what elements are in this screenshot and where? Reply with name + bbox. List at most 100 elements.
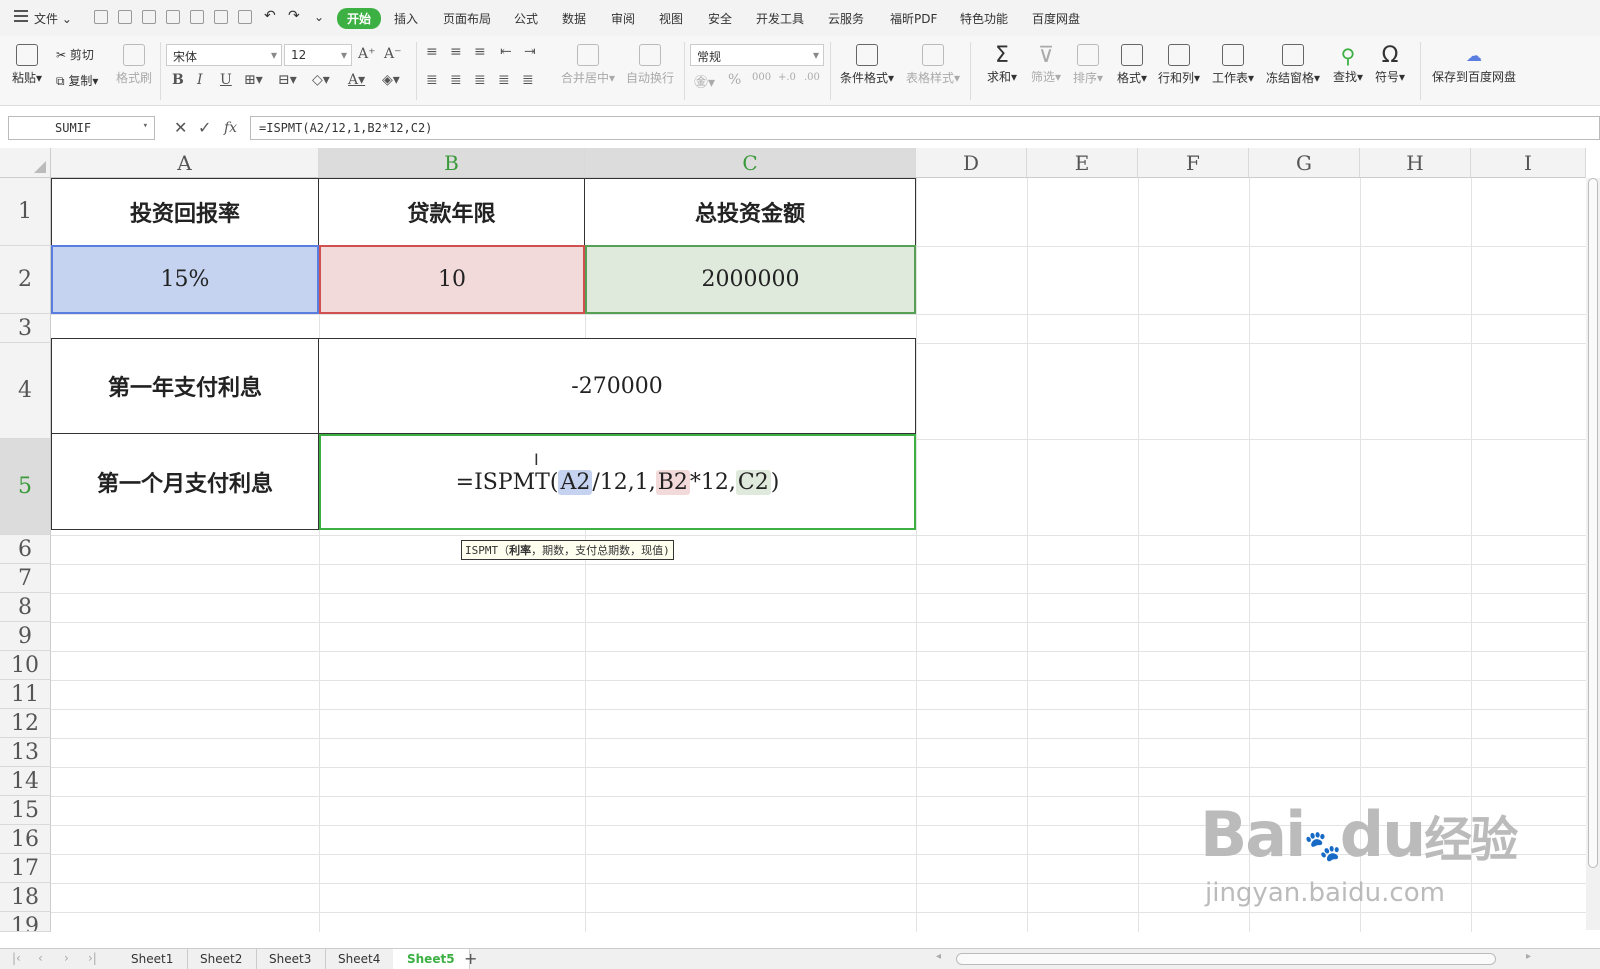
- increase-font-icon[interactable]: A⁺: [358, 46, 376, 62]
- sheet-tab-2[interactable]: Sheet2: [186, 949, 258, 969]
- row-header-2[interactable]: 2: [0, 246, 51, 314]
- cell-b4-merged[interactable]: -270000: [319, 338, 916, 434]
- row-header-5[interactable]: 5: [0, 439, 51, 535]
- indent-increase-icon[interactable]: ⇥: [524, 44, 536, 60]
- row-header-14[interactable]: 14: [0, 767, 51, 796]
- tab-cloud[interactable]: 云服务: [828, 10, 864, 27]
- tab-features[interactable]: 特色功能: [960, 10, 1008, 27]
- row-header-16[interactable]: 16: [0, 825, 51, 854]
- fill-color-icon[interactable]: ◇▾: [312, 72, 330, 88]
- worksheet-button[interactable]: 工作表▾: [1210, 44, 1256, 86]
- border-icon[interactable]: ⊞▾: [244, 72, 263, 88]
- row-header-9[interactable]: 9: [0, 622, 51, 651]
- format-painter-button[interactable]: 格式刷: [114, 44, 154, 86]
- currency-icon[interactable]: ㊎▾: [694, 72, 715, 92]
- next-sheet-icon[interactable]: ›: [64, 951, 69, 965]
- align-left-icon[interactable]: ≣: [426, 72, 438, 88]
- save-to-baidu-button[interactable]: ☁ 保存到百度网盘: [1430, 44, 1518, 85]
- symbol-button[interactable]: Ω 符号▾: [1372, 44, 1408, 85]
- column-header-a[interactable]: A: [51, 148, 319, 178]
- cancel-icon[interactable]: ✕: [174, 118, 187, 137]
- font-name-select[interactable]: 宋体 ▾: [166, 44, 282, 66]
- row-header-3[interactable]: 3: [0, 314, 51, 343]
- column-header-f[interactable]: F: [1138, 148, 1249, 178]
- name-box[interactable]: SUMIF ▾: [8, 116, 155, 140]
- column-header-g[interactable]: G: [1249, 148, 1360, 178]
- print-preview-icon[interactable]: [214, 10, 228, 24]
- indent-decrease-icon[interactable]: ⇤: [500, 44, 512, 60]
- justify-icon[interactable]: ≣: [498, 72, 510, 88]
- preview-icon[interactable]: [238, 10, 252, 24]
- cell-a4[interactable]: 第一年支付利息: [51, 338, 319, 434]
- print-icon[interactable]: [190, 10, 204, 24]
- row-header-8[interactable]: 8: [0, 593, 51, 622]
- row-header-1[interactable]: 1: [0, 178, 51, 246]
- column-header-i[interactable]: I: [1471, 148, 1586, 178]
- row-header-4[interactable]: 4: [0, 343, 51, 439]
- first-sheet-icon[interactable]: |‹: [12, 951, 21, 965]
- merge-center-button[interactable]: 合并居中▾: [560, 44, 616, 86]
- export-pdf-icon[interactable]: [166, 10, 180, 24]
- column-header-d[interactable]: D: [916, 148, 1027, 178]
- cell-a2[interactable]: 15%: [51, 245, 319, 314]
- align-middle-icon[interactable]: ≡: [450, 44, 462, 60]
- select-all-corner[interactable]: [0, 148, 51, 178]
- sum-button[interactable]: Σ 求和▾: [984, 44, 1020, 85]
- scroll-right-icon[interactable]: ▸: [1526, 951, 1531, 962]
- italic-icon[interactable]: I: [197, 72, 203, 88]
- column-header-h[interactable]: H: [1360, 148, 1471, 178]
- align-top-icon[interactable]: ≡: [426, 44, 438, 60]
- tab-data[interactable]: 数据: [562, 10, 586, 27]
- wrap-text-button[interactable]: 自动换行: [624, 44, 676, 86]
- row-header-11[interactable]: 11: [0, 680, 51, 709]
- decrease-font-icon[interactable]: A⁻: [384, 46, 402, 62]
- distributed-align-icon[interactable]: ≣: [522, 72, 534, 88]
- font-color-icon[interactable]: A▾: [348, 72, 365, 88]
- menu-icon[interactable]: [14, 10, 28, 22]
- scroll-left-icon[interactable]: ◂: [936, 951, 941, 962]
- decrease-decimal-icon[interactable]: .00: [804, 72, 820, 83]
- vertical-scrollbar[interactable]: [1586, 178, 1600, 930]
- tab-review[interactable]: 审阅: [611, 10, 635, 27]
- column-header-e[interactable]: E: [1027, 148, 1138, 178]
- cell-b5-editing[interactable]: =ISPMT(A2/12,1, B2 *12, C2): [319, 434, 916, 530]
- sheet-tab-4[interactable]: Sheet4: [324, 949, 396, 969]
- cell-a5[interactable]: 第一个月支付利息: [51, 434, 319, 530]
- align-bottom-icon[interactable]: ≡: [474, 44, 486, 60]
- thousands-icon[interactable]: 000: [752, 72, 771, 83]
- freeze-panes-button[interactable]: 冻结窗格▾: [1264, 44, 1322, 86]
- underline-icon[interactable]: U: [220, 72, 232, 88]
- row-header-15[interactable]: 15: [0, 796, 51, 825]
- column-header-b[interactable]: B: [319, 148, 585, 178]
- cell-b1[interactable]: 贷款年限: [319, 178, 585, 246]
- horizontal-scroll-thumb[interactable]: [956, 953, 1496, 965]
- increase-decimal-icon[interactable]: +.0: [778, 72, 796, 83]
- table-style-button[interactable]: 表格样式▾: [904, 44, 962, 86]
- row-header-7[interactable]: 7: [0, 564, 51, 593]
- row-header-10[interactable]: 10: [0, 651, 51, 680]
- cell-c2[interactable]: 2000000: [585, 245, 916, 314]
- row-header-19[interactable]: 19: [0, 912, 51, 932]
- confirm-icon[interactable]: ✓: [198, 118, 211, 137]
- row-header-17[interactable]: 17: [0, 854, 51, 883]
- cut-button[interactable]: ✂ 剪切: [56, 46, 94, 63]
- redo-icon[interactable]: ↷: [288, 8, 300, 24]
- row-header-12[interactable]: 12: [0, 709, 51, 738]
- tab-home[interactable]: 开始: [337, 8, 382, 29]
- file-menu[interactable]: 文件 ⌄: [34, 10, 72, 27]
- tab-page-layout[interactable]: 页面布局: [443, 10, 491, 27]
- tab-formulas[interactable]: 公式: [514, 10, 538, 27]
- vertical-scroll-thumb[interactable]: [1588, 178, 1598, 868]
- rows-cols-button[interactable]: 行和列▾: [1156, 44, 1202, 86]
- bold-icon[interactable]: B: [172, 72, 184, 88]
- new-file-icon[interactable]: [94, 10, 108, 24]
- formula-input[interactable]: =ISPMT(A2/12,1,B2*12,C2): [250, 116, 1600, 140]
- sheet-tab-5[interactable]: Sheet5: [393, 949, 470, 969]
- align-center-icon[interactable]: ≣: [450, 72, 462, 88]
- tab-baidu-netdisk[interactable]: 百度网盘: [1032, 10, 1080, 27]
- copy-button[interactable]: ⧉ 复制▾: [56, 72, 98, 89]
- clear-format-icon[interactable]: ◈▾: [382, 72, 400, 88]
- font-size-select[interactable]: 12 ▾: [284, 44, 352, 66]
- chevron-down-icon[interactable]: ▾: [143, 121, 148, 131]
- column-header-c[interactable]: C: [585, 148, 916, 178]
